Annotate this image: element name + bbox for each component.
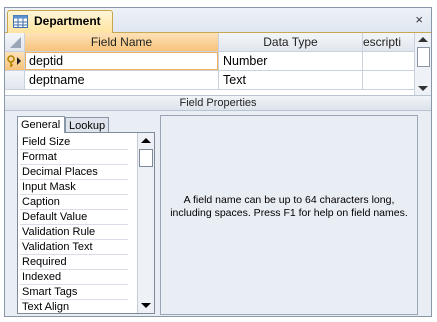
document-tab-strip: Department × (5, 8, 431, 33)
close-icon[interactable]: × (415, 12, 423, 27)
table-icon (13, 15, 28, 28)
grid-vertical-scrollbar[interactable] (414, 33, 431, 95)
property-decimal-places[interactable]: Decimal Places (20, 165, 128, 180)
data-type-cell[interactable]: Text (219, 71, 363, 90)
property-default-value[interactable]: Default Value (20, 210, 128, 225)
scroll-up-icon[interactable] (141, 138, 151, 143)
corner-triangle-icon (10, 37, 21, 48)
property-field-size[interactable]: Field Size (20, 135, 128, 150)
row-selector-deptname[interactable] (5, 71, 25, 90)
field-grid: Field Name Data Type escripti deptid Num… (5, 33, 431, 95)
scroll-down-icon[interactable] (418, 86, 428, 91)
property-list: Field Size Format Decimal Places Input M… (17, 132, 155, 314)
field-properties-bar: Field Properties (5, 95, 431, 111)
property-smart-tags[interactable]: Smart Tags (20, 285, 128, 300)
header-description[interactable]: escripti (363, 33, 415, 52)
description-cell[interactable] (363, 71, 415, 90)
scroll-thumb[interactable] (417, 47, 430, 67)
select-all-corner[interactable] (5, 33, 25, 52)
property-required[interactable]: Required (20, 255, 128, 270)
data-type-cell[interactable]: Number (219, 52, 363, 71)
property-input-mask[interactable]: Input Mask (20, 180, 128, 195)
field-name-cell[interactable]: deptname (25, 71, 219, 90)
property-caption[interactable]: Caption (20, 195, 128, 210)
scroll-thumb[interactable] (139, 149, 153, 167)
scroll-down-icon[interactable] (141, 303, 151, 308)
property-validation-rule[interactable]: Validation Rule (20, 225, 128, 240)
help-pane: A field name can be up to 64 characters … (160, 115, 418, 315)
property-format[interactable]: Format (20, 150, 128, 165)
property-list-scrollbar[interactable] (137, 133, 154, 313)
scroll-up-icon[interactable] (418, 37, 428, 42)
help-text: A field name can be up to 64 characters … (170, 194, 408, 219)
header-field-name[interactable]: Field Name (25, 33, 219, 52)
property-indexed[interactable]: Indexed (20, 270, 128, 285)
header-data-type[interactable]: Data Type (219, 33, 363, 52)
row-selector-deptid[interactable] (5, 52, 25, 71)
property-text-align[interactable]: Text Align (20, 300, 128, 313)
tab-label: Department (34, 14, 101, 28)
table-design-window: Department × Field Name Data Type escrip… (4, 7, 432, 317)
field-name-cell[interactable]: deptid (25, 52, 219, 71)
tab-lookup[interactable]: Lookup (65, 117, 109, 133)
description-cell[interactable] (363, 52, 415, 71)
primary-key-icon (7, 55, 21, 67)
tab-general[interactable]: General (17, 116, 65, 133)
property-validation-text[interactable]: Validation Text (20, 240, 128, 255)
tab-department[interactable]: Department (7, 10, 113, 33)
